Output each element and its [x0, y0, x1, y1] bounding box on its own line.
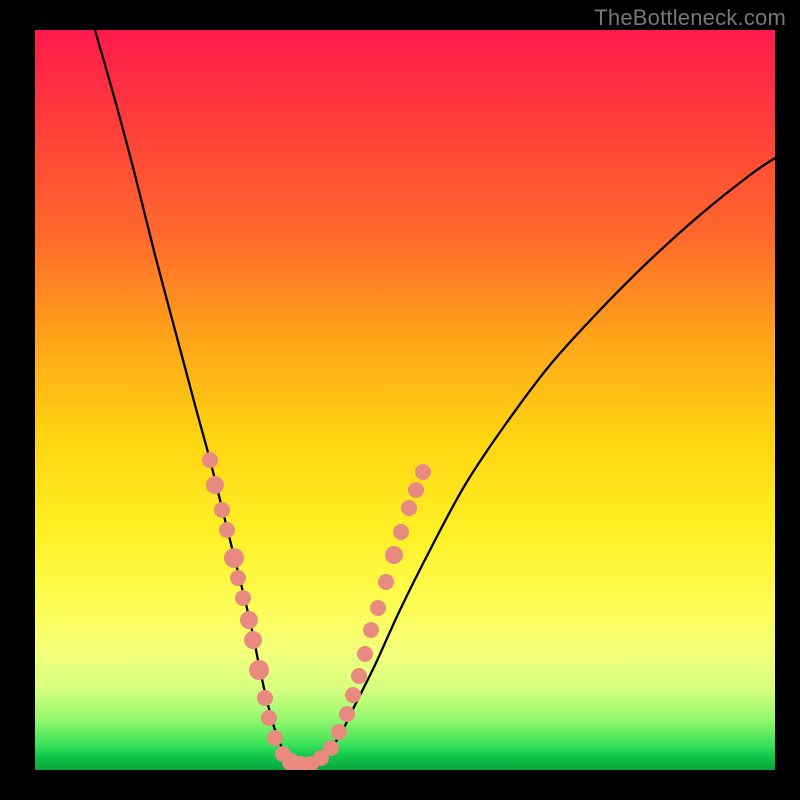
- curve-dot: [214, 502, 230, 518]
- chart-svg: [35, 30, 775, 770]
- chart-frame: TheBottleneck.com: [0, 0, 800, 800]
- curve-dot: [230, 570, 246, 586]
- curve-dot: [202, 452, 218, 468]
- curve-dot: [224, 548, 244, 568]
- curve-dot: [408, 482, 424, 498]
- curve-line: [95, 30, 775, 766]
- curve-dot: [357, 646, 373, 662]
- curve-dots: [202, 452, 431, 770]
- curve-dot: [385, 546, 403, 564]
- curve-dot: [257, 690, 273, 706]
- curve-dot: [244, 631, 262, 649]
- curve-dot: [240, 611, 258, 629]
- plot-area: [35, 30, 775, 770]
- curve-dot: [393, 524, 409, 540]
- curve-dot: [219, 522, 235, 538]
- curve-dot: [370, 600, 386, 616]
- curve-dot: [345, 687, 361, 703]
- curve-dot: [415, 464, 431, 480]
- curve-dot: [401, 500, 417, 516]
- curve-dot: [261, 710, 277, 726]
- watermark-text: TheBottleneck.com: [594, 5, 786, 31]
- curve-dot: [249, 660, 269, 680]
- curve-dot: [363, 622, 379, 638]
- curve-dot: [206, 476, 224, 494]
- curve-dot: [323, 740, 339, 756]
- curve-dot: [235, 590, 251, 606]
- curve-dot: [267, 730, 283, 746]
- curve-dot: [339, 706, 355, 722]
- curve-dot: [331, 724, 347, 740]
- curve-dot: [351, 668, 367, 684]
- curve-dot: [378, 574, 394, 590]
